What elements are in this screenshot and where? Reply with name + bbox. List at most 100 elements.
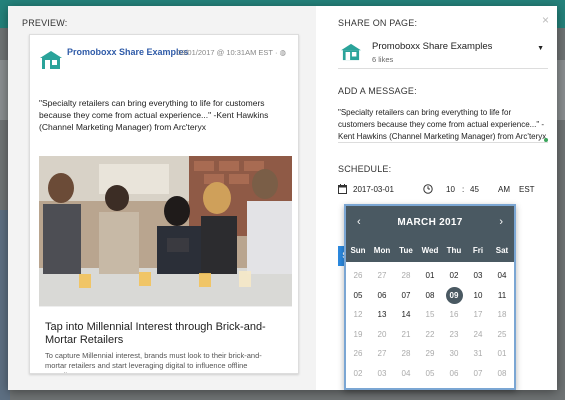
day-number: 10 (473, 290, 483, 300)
weekday-label: Sun (350, 246, 366, 255)
weekday-label: Wed (421, 246, 439, 255)
day-cell[interactable]: 20 (370, 325, 394, 345)
day-cell[interactable]: 02 (346, 364, 370, 384)
day-number: 04 (497, 271, 507, 280)
day-number: 01 (497, 349, 507, 358)
day-cell[interactable]: 10 (466, 286, 490, 306)
preview-pane: PREVIEW: Promoboxx Share Examples 03/01/… (8, 6, 316, 390)
day-cell[interactable]: 08 (490, 364, 514, 384)
day-cell[interactable]: 19 (346, 325, 370, 345)
day-cell[interactable]: 25 (490, 325, 514, 345)
post-link-image (39, 156, 292, 306)
close-icon[interactable]: × (542, 13, 549, 27)
day-number: 17 (473, 310, 483, 319)
promoboxx-logo-icon (341, 43, 361, 61)
day-cell[interactable]: 04 (394, 364, 418, 384)
post-timestamp: 03/01/2017 @ 10:31AM EST · ◍ (177, 48, 287, 57)
weekday-label: Sat (495, 246, 509, 255)
day-cell[interactable]: 17 (466, 305, 490, 325)
day-number: 29 (425, 349, 435, 358)
day-cell[interactable]: 01 (418, 266, 442, 286)
day-cell[interactable]: 27 (370, 266, 394, 286)
day-cell[interactable]: 29 (418, 344, 442, 364)
day-number: 19 (353, 329, 363, 339)
post-page-name[interactable]: Promoboxx Share Examples (67, 47, 189, 57)
day-number: 26 (353, 271, 363, 280)
day-cell[interactable]: 18 (490, 305, 514, 325)
link-preview-box[interactable]: Tap into Millennial Interest through Bri… (39, 306, 292, 373)
chevron-right-icon[interactable]: › (499, 216, 503, 228)
datepicker-month-title[interactable]: MARCH 2017 (346, 217, 514, 228)
clock-icon (423, 184, 433, 194)
time-separator: : (462, 185, 465, 194)
day-number: 16 (449, 310, 459, 319)
day-cell[interactable]: 26 (346, 266, 370, 286)
day-number: 03 (377, 368, 387, 378)
timezone-label: EST (519, 185, 535, 194)
day-cell[interactable]: 08 (418, 286, 442, 306)
day-cell[interactable]: 12 (346, 305, 370, 325)
schedule-label: SCHEDULE: (338, 164, 392, 174)
day-cell[interactable]: 02 (442, 266, 466, 286)
day-cell[interactable]: 28 (394, 344, 418, 364)
day-cell[interactable]: 05 (418, 364, 442, 384)
day-cell[interactable]: 01 (490, 344, 514, 364)
day-grid: 26 27 28 01 02 03 04 05 06 07 08 09 10 11 12 13 14 15 16 17… (346, 266, 514, 383)
day-number: 04 (401, 368, 411, 378)
day-number: 03 (473, 271, 483, 280)
weekday-label: Mon (373, 246, 391, 255)
day-number: 28 (401, 271, 411, 280)
minute-input[interactable]: 45 (470, 185, 479, 194)
date-input[interactable]: 2017-03-01 (353, 185, 394, 194)
page-select-dropdown[interactable]: Promoboxx Share Examples 6 likes ▼ (338, 37, 548, 69)
message-textarea[interactable]: "Specialty retailers can bring everythin… (338, 107, 548, 143)
day-cell[interactable]: 05 (346, 286, 370, 306)
hour-input[interactable]: 10 (446, 185, 455, 194)
day-number: 08 (497, 368, 507, 378)
day-cell[interactable]: 07 (394, 286, 418, 306)
day-number: 15 (425, 310, 435, 319)
day-number: 21 (401, 329, 411, 339)
day-number: 26 (353, 349, 363, 358)
day-cell[interactable]: 06 (370, 286, 394, 306)
day-cell[interactable]: 24 (466, 325, 490, 345)
day-number: 25 (497, 329, 507, 339)
day-number: 27 (377, 271, 387, 280)
day-number: 20 (377, 329, 387, 339)
day-number: 24 (473, 329, 483, 339)
day-cell[interactable]: 07 (466, 364, 490, 384)
day-number: 08 (425, 290, 435, 300)
day-cell-selected[interactable]: 09 (442, 286, 466, 306)
day-cell[interactable]: 16 (442, 305, 466, 325)
ampm-toggle[interactable]: AM (498, 185, 510, 194)
day-cell[interactable]: 03 (466, 266, 490, 286)
link-title[interactable]: Tap into Millennial Interest through Bri… (45, 321, 275, 347)
day-number: 30 (449, 349, 459, 358)
day-number: 23 (449, 329, 459, 339)
caret-down-icon: ▼ (537, 45, 544, 52)
day-cell[interactable]: 23 (442, 325, 466, 345)
add-message-label: ADD A MESSAGE: (338, 86, 417, 96)
day-cell[interactable]: 04 (490, 266, 514, 286)
day-number: 05 (353, 290, 363, 300)
day-cell[interactable]: 22 (418, 325, 442, 345)
post-message-text: "Specialty retailers can bring everythin… (39, 98, 269, 132)
datepicker-popup: ‹ MARCH 2017 › Sun Mon Tue Wed Thu Fri Sat 26 2… (344, 204, 516, 390)
day-cell[interactable]: 13 (370, 305, 394, 325)
day-cell[interactable]: 26 (346, 344, 370, 364)
day-number: 18 (497, 310, 507, 319)
day-cell[interactable]: 21 (394, 325, 418, 345)
selected-page-likes: 6 likes (372, 55, 394, 64)
day-cell[interactable]: 28 (394, 266, 418, 286)
day-cell[interactable]: 27 (370, 344, 394, 364)
day-cell[interactable]: 06 (442, 364, 466, 384)
day-cell[interactable]: 14 (394, 305, 418, 325)
day-cell[interactable]: 15 (418, 305, 442, 325)
day-cell[interactable]: 03 (370, 364, 394, 384)
day-number: 13 (377, 310, 387, 319)
day-number: 22 (425, 329, 435, 339)
day-cell[interactable]: 30 (442, 344, 466, 364)
day-number: 05 (425, 368, 435, 378)
day-cell[interactable]: 11 (490, 286, 514, 306)
day-cell[interactable]: 31 (466, 344, 490, 364)
